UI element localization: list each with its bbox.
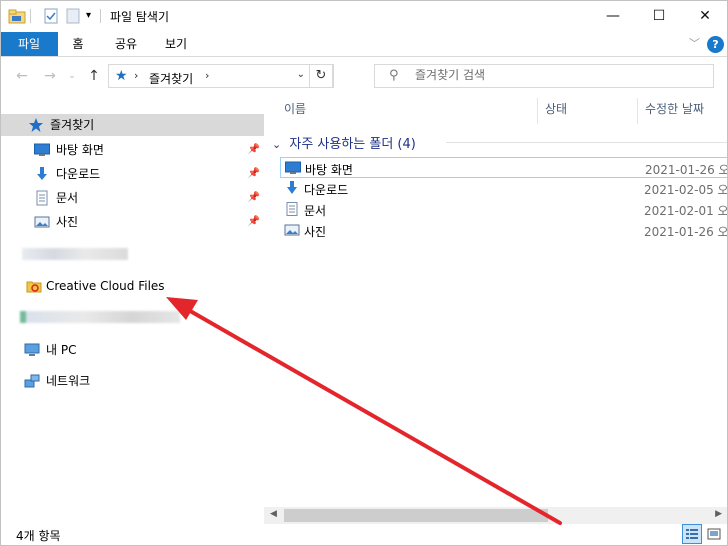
up-button[interactable]: ↑ (84, 66, 104, 86)
sidebar-item-quick-access[interactable]: 즐겨찾기 (0, 114, 264, 136)
status-item-count: 4개 항목 (16, 529, 61, 543)
title-bar: ▾ 파일 탐색기 — ☐ ✕ (0, 0, 728, 32)
documents-icon (286, 202, 298, 216)
address-bar[interactable]: ★ › 즐겨찾기 › ⌄ ↻ (108, 64, 334, 88)
sidebar-item-label: 사진 (56, 215, 79, 229)
sidebar-item-pictures[interactable]: 사진 📌 (34, 211, 260, 233)
sidebar-item-label: 문서 (56, 191, 79, 205)
sidebar-item-network[interactable]: 네트워크 (24, 370, 244, 392)
pictures-icon (284, 224, 300, 236)
back-button[interactable]: ← (12, 66, 32, 86)
ribbon-tabs: 파일 홈 공유 보기 ﹀ ? (0, 32, 728, 56)
divider (446, 142, 728, 143)
downloads-icon (37, 167, 47, 180)
file-date: 2021-02-05 오 (644, 183, 728, 197)
large-icons-view-icon (707, 528, 721, 540)
divider (0, 56, 728, 57)
recent-locations-icon[interactable]: ⌄ (62, 66, 82, 86)
file-date: 2021-01-26 오 (644, 225, 728, 239)
network-icon (24, 374, 40, 388)
search-box[interactable]: ⚲ (374, 64, 714, 88)
properties-icon[interactable] (44, 8, 58, 24)
tab-share[interactable]: 공유 (106, 32, 146, 56)
group-label: 자주 사용하는 폴더 (4) (289, 137, 416, 152)
file-name: 다운로드 (304, 183, 349, 197)
sidebar-item-label: 네트워크 (46, 374, 91, 388)
divider (30, 9, 31, 23)
sidebar-item-label: Creative Cloud Files (46, 279, 165, 293)
file-name: 사진 (304, 225, 327, 239)
file-date: 2021-02-01 오 (644, 204, 728, 218)
sidebar-item-label: 다운로드 (56, 167, 101, 181)
window-title: 파일 탐색기 (110, 10, 170, 24)
redacted-item[interactable] (20, 311, 180, 323)
pictures-icon (34, 216, 50, 228)
sidebar-item-downloads[interactable]: 다운로드 📌 (34, 163, 260, 185)
pin-icon[interactable]: 📌 (248, 139, 260, 161)
close-button[interactable]: ✕ (682, 0, 728, 32)
sidebar-item-creative-cloud[interactable]: Creative Cloud Files (26, 275, 246, 297)
quick-access-star-icon (29, 118, 43, 132)
search-input[interactable] (415, 68, 695, 82)
tab-view[interactable]: 보기 (156, 32, 196, 56)
group-header[interactable]: ⌄ 자주 사용하는 폴더 (4) (272, 133, 416, 152)
new-folder-icon[interactable] (66, 8, 80, 24)
desktop-icon (285, 161, 301, 174)
list-item[interactable]: 다운로드 2021-02-05 오 (280, 178, 728, 199)
details-view-icon (686, 529, 698, 539)
maximize-button[interactable]: ☐ (636, 0, 682, 32)
sidebar-item-desktop[interactable]: 바탕 화면 📌 (34, 139, 260, 161)
list-item[interactable]: 문서 2021-02-01 오 (280, 199, 728, 220)
redacted-item[interactable] (22, 248, 128, 260)
help-button[interactable]: ? (707, 36, 724, 53)
chevron-down-icon[interactable]: ⌄ (272, 138, 281, 151)
sidebar-item-label: 바탕 화면 (56, 143, 104, 157)
scroll-right-icon[interactable]: ▶ (715, 509, 722, 519)
documents-icon (36, 190, 48, 206)
pin-icon[interactable]: 📌 (248, 211, 260, 233)
file-date: 2021-01-26 오 (645, 163, 728, 177)
file-name: 문서 (304, 204, 327, 218)
horizontal-scrollbar[interactable]: ◀ ▶ (264, 507, 728, 524)
refresh-button[interactable]: ↻ (309, 64, 333, 88)
column-header-modified[interactable]: 수정한 날짜 (645, 100, 704, 122)
address-path[interactable]: 즐겨찾기 (149, 70, 193, 87)
folder-icon[interactable] (8, 8, 26, 24)
scroll-thumb[interactable] (284, 509, 548, 522)
minimize-button[interactable]: — (590, 0, 636, 32)
expand-ribbon-icon[interactable]: ﹀ (689, 35, 700, 51)
computer-icon (24, 343, 40, 356)
forward-button[interactable]: → (40, 66, 60, 86)
quick-access-star-icon: ★ (115, 68, 128, 84)
tab-home[interactable]: 홈 (60, 32, 96, 56)
search-icon: ⚲ (389, 68, 399, 83)
downloads-icon (287, 181, 297, 194)
navigation-pane: 즐겨찾기 바탕 화면 📌 다운로드 📌 문서 📌 사진 📌 Creative C… (0, 96, 264, 520)
column-divider[interactable] (637, 98, 638, 124)
file-name: 바탕 화면 (305, 163, 353, 177)
sidebar-item-documents[interactable]: 문서 📌 (34, 187, 260, 209)
pin-icon[interactable]: 📌 (248, 187, 260, 209)
column-header-name[interactable]: 이름 (284, 100, 306, 122)
details-view-button[interactable] (682, 524, 702, 544)
sidebar-item-this-pc[interactable]: 내 PC (24, 339, 244, 361)
tab-file[interactable]: 파일 (0, 32, 58, 56)
chevron-right-icon[interactable]: › (134, 69, 138, 82)
large-icons-view-button[interactable] (704, 524, 724, 544)
scroll-left-icon[interactable]: ◀ (270, 509, 277, 519)
column-header-status[interactable]: 상태 (545, 100, 567, 122)
chevron-down-icon[interactable]: ⌄ (297, 69, 305, 80)
list-item[interactable]: 바탕 화면 2021-01-26 오 (280, 157, 728, 178)
quick-access-dropdown-icon[interactable]: ▾ (86, 10, 91, 26)
sidebar-item-label: 즐겨찾기 (50, 118, 95, 132)
divider (100, 9, 101, 23)
desktop-icon (34, 143, 50, 156)
column-divider[interactable] (537, 98, 538, 124)
pin-icon[interactable]: 📌 (248, 163, 260, 185)
creative-cloud-icon (26, 281, 42, 293)
chevron-right-icon[interactable]: › (205, 69, 209, 82)
list-item[interactable]: 사진 2021-01-26 오 (280, 220, 728, 241)
sidebar-item-label: 내 PC (46, 343, 77, 357)
